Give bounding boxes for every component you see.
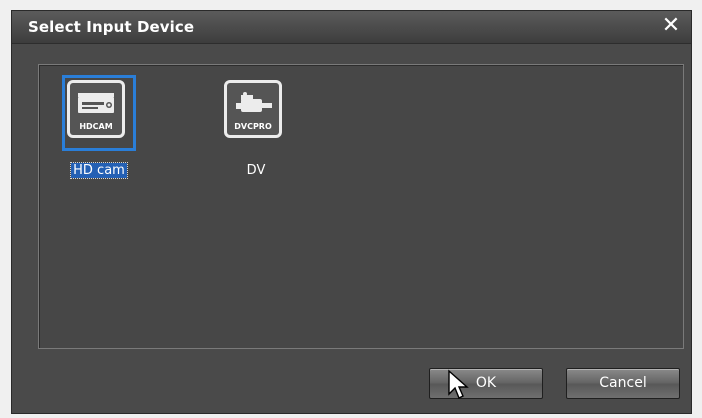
device-hdcam[interactable]: HDCAM HD cam bbox=[57, 75, 141, 181]
mouse-cursor-icon bbox=[448, 369, 469, 399]
dialog-title: Select Input Device bbox=[28, 18, 195, 36]
dvcpro-tile-label: DVCPRO bbox=[234, 122, 272, 131]
dvcpro-caption: DV bbox=[246, 163, 266, 178]
select-input-device-dialog: Select Input Device ✕ HDCAM HD cam DVCPR… bbox=[11, 10, 692, 414]
hdcam-caption: HD cam bbox=[70, 162, 128, 179]
close-icon[interactable]: ✕ bbox=[659, 14, 683, 38]
device-list: HDCAM HD cam DVCPRO DV bbox=[38, 64, 684, 349]
cancel-button[interactable]: Cancel bbox=[566, 368, 680, 399]
title-bar: Select Input Device ✕ bbox=[12, 11, 691, 44]
hdcam-deck-icon bbox=[78, 93, 114, 113]
hdcam-tile[interactable]: HDCAM bbox=[67, 80, 125, 138]
dvcpro-camera-icon bbox=[236, 92, 272, 112]
dvcpro-tile[interactable]: DVCPRO bbox=[224, 80, 282, 138]
hdcam-tile-label: HDCAM bbox=[79, 122, 113, 131]
device-dvcpro[interactable]: DVCPRO DV bbox=[209, 75, 293, 181]
